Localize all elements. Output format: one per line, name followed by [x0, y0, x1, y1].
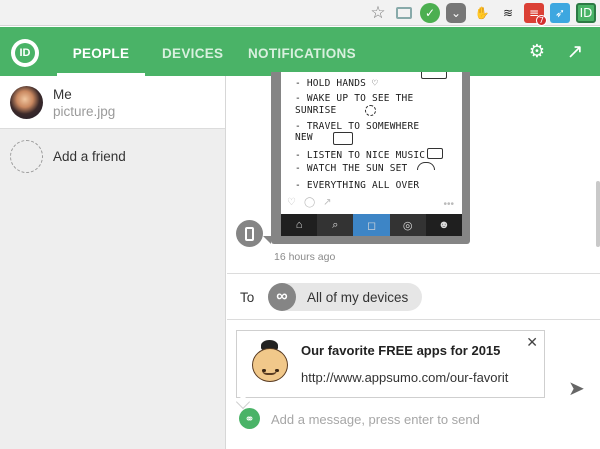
profile-icon: ☻ [438, 219, 450, 231]
sun-doodle-icon [365, 105, 376, 116]
todoist-icon[interactable]: ≡ 7 [524, 3, 547, 26]
image-text-line: NEW [295, 132, 313, 143]
pushed-image[interactable]: - HOLD HANDS ♡ - WAKE UP TO SEE THE SUNR… [281, 72, 462, 214]
instagram-action-icons: ♡ ◯ ↗ [287, 197, 332, 208]
extension-icons: ☆ ✓ ⌄ ✋ ≋ ≡ 7 ➶ ID [368, 3, 596, 26]
popout-arrow-icon[interactable]: ↗ [563, 39, 587, 63]
home-icon: ⌂ [295, 219, 303, 231]
tab-people[interactable]: PEOPLE [57, 27, 145, 76]
doodle-icon [421, 72, 447, 79]
to-label: To [240, 290, 255, 305]
person-me[interactable]: Me picture.jpg [0, 76, 225, 129]
camera-icon: ◻ [353, 214, 390, 236]
phone-nav-bar: ⌂ ⌕ ◻ ◎ ☻ [281, 214, 462, 236]
pocket-icon[interactable]: ⌄ [446, 3, 466, 23]
link-title: Our favorite FREE apps for 2015 [301, 343, 501, 358]
phone-device-icon [236, 220, 263, 247]
link-icon[interactable]: ⚭ [239, 408, 260, 429]
more-dots-icon: ••• [443, 199, 454, 210]
person-name: Me [53, 87, 72, 102]
infinity-icon: ∞ [268, 283, 296, 311]
bird-icon[interactable]: ➶ [550, 3, 570, 23]
pushbullet-icon[interactable]: ID [576, 3, 596, 23]
heart-icon: ♡ [287, 197, 296, 208]
recipient-selector[interactable]: ∞ All of my devices [268, 283, 422, 311]
image-text-line: - WAKE UP TO SEE THE [295, 93, 414, 104]
image-text-line: - WATCH THE SUN SET [295, 163, 408, 174]
pushbullet-logo-icon: ID [11, 39, 39, 67]
hand-icon[interactable]: ✋ [472, 3, 492, 23]
share-icon: ↗ [323, 197, 332, 208]
radio-doodle-icon [427, 148, 443, 159]
image-push-bubble[interactable]: - HOLD HANDS ♡ - WAKE UP TO SEE THE SUNR… [271, 72, 470, 244]
app-header: ID PEOPLE DEVICES NOTIFICATIONS ⚙ ↗ [0, 27, 600, 76]
image-text-line: SUNRISE [295, 105, 337, 116]
browser-extension-bar: ☆ ✓ ⌄ ✋ ≋ ≡ 7 ➶ ID [0, 0, 600, 26]
tab-devices[interactable]: DEVICES [148, 27, 237, 76]
thread-scrollbar[interactable] [596, 181, 600, 247]
link-preview-card[interactable]: Our favorite FREE apps for 2015 http://w… [236, 330, 545, 398]
people-sidebar: Me picture.jpg Add a friend [0, 76, 226, 449]
comment-icon: ◯ [303, 197, 316, 208]
todoist-badge: 7 [535, 15, 547, 26]
tab-notifications[interactable]: NOTIFICATIONS [234, 27, 370, 76]
message-input[interactable] [271, 409, 551, 429]
add-friend-circle-icon [10, 140, 43, 173]
suitcase-doodle-icon [333, 132, 353, 145]
recipient-row: To ∞ All of my devices [227, 273, 600, 320]
appsumo-mascot-icon [248, 340, 292, 384]
add-friend-button[interactable]: Add a friend [0, 129, 225, 180]
gear-icon[interactable]: ⚙ [525, 39, 549, 63]
image-text-line: - HOLD HANDS ♡ [295, 78, 378, 89]
search-icon: ⌕ [317, 214, 354, 236]
image-text-line: - TRAVEL TO SOMEWHERE [295, 121, 420, 132]
green-extension-icon[interactable]: ✓ [420, 3, 440, 23]
send-button[interactable]: ➤ [568, 376, 585, 401]
image-text-line: - EVERYTHING ALL OVER [295, 180, 420, 191]
cast-icon[interactable] [394, 3, 414, 23]
avatar [10, 86, 43, 119]
image-text-line: - LISTEN TO NICE MUSIC [295, 150, 426, 161]
recipient-label: All of my devices [307, 290, 409, 305]
sunset-doodle-icon [417, 162, 435, 170]
star-icon[interactable]: ☆ [368, 3, 388, 23]
compose-area: Our favorite FREE apps for 2015 http://w… [227, 321, 600, 449]
message-thread: - HOLD HANDS ♡ - WAKE UP TO SEE THE SUNR… [227, 72, 600, 273]
add-friend-label: Add a friend [53, 149, 126, 164]
activity-icon: ◎ [389, 214, 426, 236]
bubble-tail [263, 236, 271, 244]
buffer-icon[interactable]: ≋ [498, 3, 518, 23]
close-icon[interactable]: ✕ [526, 334, 538, 351]
person-subtitle: picture.jpg [53, 104, 116, 119]
message-timestamp: 16 hours ago [274, 251, 336, 263]
link-url: http://www.appsumo.com/our-favorit [301, 370, 509, 385]
